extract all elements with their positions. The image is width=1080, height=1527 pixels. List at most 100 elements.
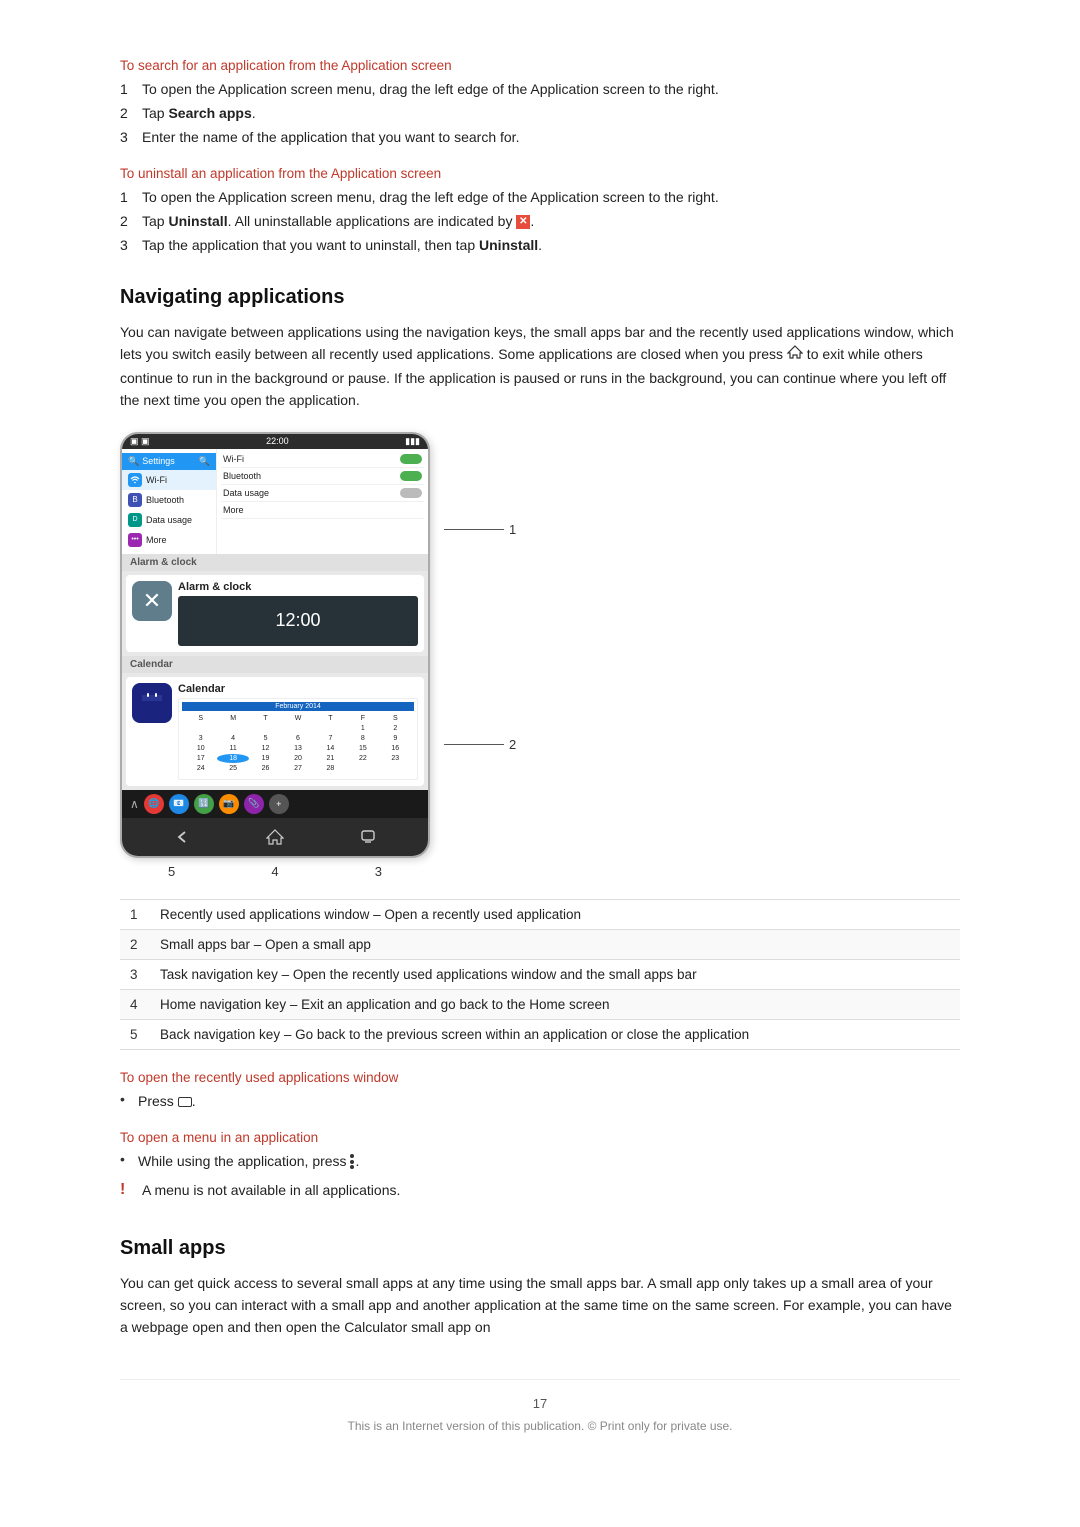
uninstall-step-3: 3 Tap the application that you want to u…: [120, 235, 960, 256]
table-desc: Small apps bar – Open a small app: [150, 929, 960, 959]
calendar-app-card: Calendar February 2014 SMTWTFS 12 345678…: [126, 677, 424, 786]
task-nav-icon: [355, 824, 381, 850]
small-app-4: 📷: [219, 794, 239, 814]
open-menu-section: To open a menu in an application • While…: [120, 1130, 960, 1201]
warning-icon: !: [120, 1181, 142, 1199]
search-section-title: To search for an application from the Ap…: [120, 58, 960, 73]
search-step-2: 2 Tap Search apps.: [120, 103, 960, 124]
back-nav-icon: [169, 824, 195, 850]
small-apps-bar: ∧ 🌐 📧 🔢 📷 📎 +: [122, 790, 428, 818]
callout-lines: 1 2: [444, 432, 516, 752]
bluetooth-row: Bluetooth: [221, 468, 424, 485]
table-num: 2: [120, 929, 150, 959]
more-row: More: [221, 502, 424, 519]
data-icon: D: [128, 513, 142, 527]
uninstall-step-2: 2 Tap Uninstall. All uninstallable appli…: [120, 211, 960, 232]
search-small-icon: 🔍: [199, 456, 210, 467]
red-x-icon: ✕: [516, 215, 530, 229]
uninstall-steps-list: 1 To open the Application screen menu, d…: [120, 187, 960, 256]
phone-mockup: ▣ ▣ 22:00 ▮▮▮ 🔍 Settings 🔍 Wi: [120, 432, 430, 858]
settings-item-data: D Data usage: [122, 510, 216, 530]
alarm-icon: ✕: [132, 581, 172, 621]
diag-num-4: 4: [271, 864, 278, 879]
recently-used-text: Press .: [138, 1091, 960, 1112]
uninstall-section-title: To uninstall an application from the App…: [120, 166, 960, 181]
table-row: 2 Small apps bar – Open a small app: [120, 929, 960, 959]
home-nav-icon: [262, 824, 288, 850]
more-icon: •••: [128, 533, 142, 547]
table-row: 4 Home navigation key – Exit an applicat…: [120, 989, 960, 1019]
home-icon: [787, 344, 803, 366]
bullet-star-2: •: [120, 1151, 138, 1167]
settings-left: 🔍 Settings 🔍 Wi-Fi B Blue: [122, 449, 217, 554]
task-key-icon: [178, 1097, 192, 1107]
table-num: 1: [120, 899, 150, 929]
bullet-star: •: [120, 1091, 138, 1107]
table-num: 4: [120, 989, 150, 1019]
calendar-icon: [132, 683, 172, 723]
wifi-icon: [128, 473, 142, 487]
calendar-section-label: Calendar: [122, 656, 428, 673]
phone-bottom-bar: [122, 818, 428, 856]
warning-text: A menu is not available in all applicati…: [142, 1180, 960, 1201]
recently-used-section: To open the recently used applications w…: [120, 1070, 960, 1112]
search-steps-list: 1 To open the Application screen menu, d…: [120, 79, 960, 148]
uninstall-step-1: 1 To open the Application screen menu, d…: [120, 187, 960, 208]
bluetooth-icon: B: [128, 493, 142, 507]
calendar-grid: SMTWTFS 12 3456789 10111213141516 171819…: [182, 711, 414, 776]
table-row: 5 Back navigation key – Go back to the p…: [120, 1019, 960, 1049]
table-desc: Recently used applications window – Open…: [150, 899, 960, 929]
page-footer: 17 This is an Internet version of this p…: [120, 1379, 960, 1433]
settings-item-wifi: Wi-Fi: [122, 470, 216, 490]
settings-panel: 🔍 Settings 🔍 Wi-Fi B Blue: [122, 449, 428, 554]
search-section: To search for an application from the Ap…: [120, 58, 960, 148]
data-row: Data usage: [221, 485, 424, 502]
wifi-toggle: [400, 454, 422, 464]
settings-item-bluetooth: B Bluetooth: [122, 490, 216, 510]
status-time: 22:00: [266, 436, 289, 446]
small-apps-body: You can get quick access to several smal…: [120, 1272, 960, 1339]
alarm-app-card: ✕ Alarm & clock 12:00: [126, 575, 424, 652]
legal-text: This is an Internet version of this publ…: [120, 1419, 960, 1433]
callout-num-2: 2: [509, 737, 516, 752]
callout-1: 1: [444, 522, 516, 537]
callout-2: 2: [444, 737, 516, 752]
arrow-up-icon: ∧: [130, 797, 139, 811]
small-app-3: 🔢: [194, 794, 214, 814]
search-step-3: 3 Enter the name of the application that…: [120, 127, 960, 148]
table-num: 3: [120, 959, 150, 989]
open-menu-bullet: • While using the application, press .: [120, 1151, 960, 1172]
small-app-2: 📧: [169, 794, 189, 814]
wifi-row: Wi-Fi: [221, 451, 424, 468]
page-number: 17: [120, 1396, 960, 1411]
search-step-1: 1 To open the Application screen menu, d…: [120, 79, 960, 100]
menu-dots-icon: [350, 1154, 355, 1169]
small-app-5: 📎: [244, 794, 264, 814]
calendar-card-content: Calendar February 2014 SMTWTFS 12 345678…: [178, 683, 418, 780]
small-apps-heading: Small apps: [120, 1237, 960, 1260]
uninstall-section: To uninstall an application from the App…: [120, 166, 960, 256]
status-battery: ▮▮▮: [405, 436, 420, 447]
small-app-6: +: [269, 794, 289, 814]
diag-num-5: 5: [168, 864, 175, 879]
phone-status-bar: ▣ ▣ 22:00 ▮▮▮: [122, 434, 428, 449]
navigating-heading: Navigating applications: [120, 286, 960, 309]
recently-used-bullet: • Press .: [120, 1091, 960, 1112]
settings-right: Wi-Fi Bluetooth Data usage More: [217, 449, 428, 554]
table-num: 5: [120, 1019, 150, 1049]
navigation-table: 1 Recently used applications window – Op…: [120, 899, 960, 1050]
table-row: 3 Task navigation key – Open the recentl…: [120, 959, 960, 989]
diagram-numbers: 5 4 3: [120, 864, 430, 879]
search-icon: 🔍: [128, 456, 139, 467]
table-desc: Home navigation key – Exit an applicatio…: [150, 989, 960, 1019]
warning-item: ! A menu is not available in all applica…: [120, 1180, 960, 1201]
alarm-card-content: Alarm & clock 12:00: [178, 581, 418, 646]
open-menu-text: While using the application, press .: [138, 1151, 960, 1172]
status-icons: ▣ ▣: [130, 436, 150, 447]
diag-num-3: 3: [375, 864, 382, 879]
navigating-body: You can navigate between applications us…: [120, 321, 960, 412]
table-row: 1 Recently used applications window – Op…: [120, 899, 960, 929]
data-toggle: [400, 488, 422, 498]
table-desc: Back navigation key – Go back to the pre…: [150, 1019, 960, 1049]
clock-time: 12:00: [275, 610, 320, 631]
